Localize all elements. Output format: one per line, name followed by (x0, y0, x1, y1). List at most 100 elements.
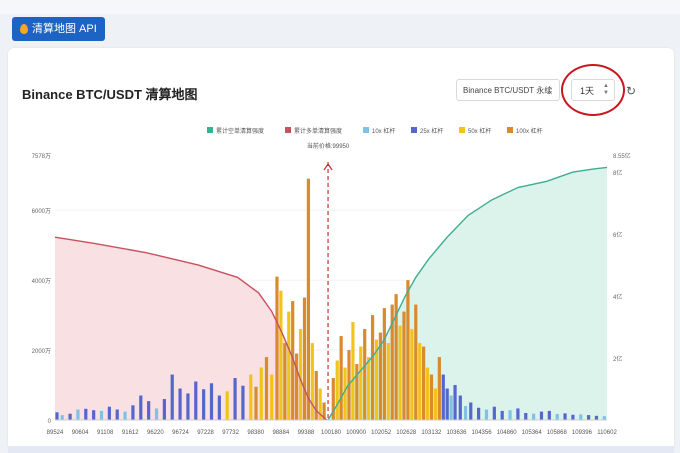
bar (314, 371, 318, 420)
bar (382, 308, 386, 420)
bar (477, 407, 481, 420)
y-left-tick-label: 0 (48, 419, 52, 425)
bar (76, 409, 80, 420)
liquidation-chart: 当前价格:99950 0 2000万 4000万 6000万 7578万 2亿 4亿 6亿 8亿 8… (32, 127, 631, 436)
bar (339, 336, 343, 420)
x-tick-label: 96724 (172, 430, 189, 436)
bar (270, 374, 274, 420)
bar (418, 343, 422, 420)
bar (302, 297, 307, 420)
bar (217, 395, 221, 420)
bar (178, 388, 182, 420)
bar (209, 383, 214, 420)
legend-swatch (207, 127, 213, 133)
bar (359, 346, 363, 420)
bar (306, 178, 310, 420)
bar (441, 374, 445, 420)
y-right-tick-label: 4亿 (613, 293, 622, 301)
bar (283, 343, 287, 420)
bar (275, 276, 279, 420)
bar (254, 386, 258, 420)
bar (225, 391, 229, 420)
bar (162, 399, 166, 420)
legend-swatch (363, 127, 369, 133)
bar (425, 367, 430, 420)
bar (170, 374, 174, 420)
x-tick-label: 96220 (147, 430, 164, 436)
bar (429, 374, 434, 420)
x-tick-label: 89524 (47, 430, 64, 436)
bar (123, 411, 127, 420)
bar (445, 388, 449, 420)
bar (115, 409, 119, 420)
bar (131, 405, 135, 420)
bar (602, 416, 606, 420)
y-left-tick-label: 6000万 (32, 208, 51, 215)
bar (233, 378, 237, 420)
bar (524, 413, 528, 420)
legend-label: 25x 杠杆 (420, 127, 443, 135)
legend-label: 50x 杠杆 (468, 127, 491, 135)
bar (547, 410, 551, 420)
bar (264, 357, 269, 420)
bar (406, 280, 410, 420)
bar (508, 410, 512, 420)
bar (249, 374, 253, 420)
bar (259, 367, 263, 420)
bar (469, 402, 473, 420)
x-tick-label: 103132 (421, 430, 442, 436)
bar (355, 364, 359, 420)
x-tick-label: 102628 (396, 430, 417, 436)
bar (463, 406, 468, 420)
bar (298, 329, 303, 420)
y-right-tick-label: 8.55亿 (613, 152, 631, 160)
bar (532, 413, 536, 420)
bar (55, 412, 59, 420)
bar (579, 414, 583, 420)
bar (555, 414, 559, 420)
bar (351, 322, 355, 420)
bar (398, 325, 402, 420)
x-tick-label: 104860 (497, 430, 518, 436)
x-tick-label: 102052 (371, 430, 392, 436)
bar (202, 389, 206, 420)
x-tick-label: 97732 (222, 430, 239, 436)
y-right-tick-label: 8亿 (613, 169, 622, 177)
bar (186, 393, 190, 420)
x-tick-label: 91612 (122, 430, 139, 436)
bar (367, 357, 371, 420)
x-tick-label: 90604 (72, 430, 89, 436)
current-price-label: 当前价格:99950 (307, 142, 350, 150)
bar (295, 353, 299, 420)
y-left-tick-label: 7578万 (32, 153, 51, 160)
y-left-tick-label: 2000万 (32, 348, 51, 355)
legend-swatch (507, 127, 513, 133)
bar (516, 408, 520, 420)
legend-label: 累计空单清算强度 (216, 127, 264, 135)
bar (539, 411, 544, 420)
bar (449, 395, 453, 420)
legend-swatch (411, 127, 417, 133)
bar (139, 395, 143, 420)
x-tick-label: 110602 (597, 430, 617, 436)
x-tick-label: 91108 (97, 430, 114, 436)
legend-swatch (459, 127, 465, 133)
bar (99, 410, 104, 420)
bar (453, 385, 457, 420)
bar (492, 406, 496, 420)
bar (335, 360, 339, 420)
bar (279, 290, 283, 420)
x-tick-label: 97228 (197, 430, 214, 436)
y-right-tick-label: 2亿 (613, 355, 622, 363)
bar (92, 410, 96, 420)
bar (287, 311, 291, 420)
bar (410, 329, 414, 420)
bar (363, 329, 367, 420)
y-left-tick-label: 4000万 (32, 278, 51, 285)
bar (594, 415, 599, 420)
bar (500, 410, 504, 420)
y-right-tick-label: 6亿 (613, 231, 622, 239)
bar (386, 343, 390, 420)
bar (194, 381, 198, 420)
bar (402, 311, 406, 420)
